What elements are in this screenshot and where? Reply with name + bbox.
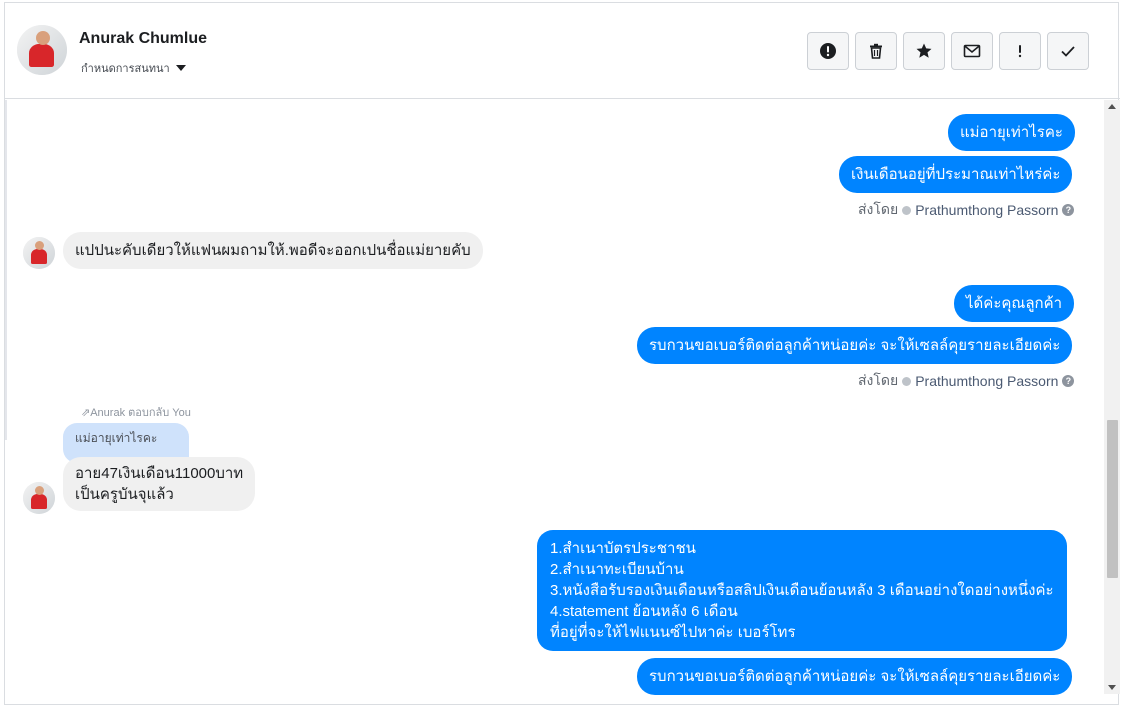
- outgoing-message[interactable]: 1.สำเนาบัตรประชาชน 2.สำเนาทะเบียนบ้าน 3.…: [537, 530, 1067, 651]
- reply-arrow-icon: ⇗: [81, 407, 91, 419]
- agent-status-icon: [902, 205, 912, 215]
- sent-by-prefix: ส่งโดย: [858, 372, 899, 388]
- sent-by-label: ส่งโดย Prathumthong Passorn ?: [858, 199, 1075, 221]
- outgoing-message[interactable]: รบกวนขอเบอร์ติดต่อลูกค้าหน่อยค่ะ จะให้เซ…: [637, 658, 1073, 695]
- contact-avatar-small[interactable]: [23, 237, 55, 269]
- conversation-settings-label: กำหนดการสนทนา: [81, 63, 170, 75]
- done-button[interactable]: [1047, 32, 1089, 70]
- conversation-settings-dropdown[interactable]: กำหนดการสนทนา: [81, 59, 186, 77]
- envelope-icon: [963, 44, 981, 58]
- spam-button[interactable]: [807, 32, 849, 70]
- thread-scrollbar[interactable]: [1104, 100, 1120, 694]
- contact-name[interactable]: Anurak Chumlue: [79, 30, 207, 48]
- message-thread[interactable]: แม่อายุเท่าไรคะ เงินเดือนอยู่ที่ประมาณเท…: [5, 100, 1103, 705]
- message-line: 4.statement ย้อนหลัง 6 เดือน: [550, 603, 738, 620]
- agent-name[interactable]: Prathumthong Passorn: [915, 202, 1058, 218]
- star-button[interactable]: [903, 32, 945, 70]
- conversation-panel: Anurak Chumlue กำหนดการสนทนา แม่อายุเท่า…: [4, 2, 1120, 705]
- alert-icon: [820, 43, 836, 59]
- outgoing-message[interactable]: รบกวนขอเบอร์ติดต่อลูกค้าหน่อยค่ะ จะให้เซ…: [637, 327, 1073, 364]
- sent-by-prefix: ส่งโดย: [858, 201, 899, 217]
- contact-avatar-small[interactable]: [23, 482, 55, 514]
- trash-icon: [870, 43, 882, 59]
- mark-unread-button[interactable]: [951, 32, 993, 70]
- agent-status-icon: [902, 376, 912, 386]
- incoming-message[interactable]: แปปนะคับเดียวให้แฟนผมถามให้.พอดีจะออกเปน…: [63, 232, 483, 269]
- help-icon[interactable]: ?: [1062, 375, 1075, 387]
- reply-note-text: Anurak ตอบกลับ You: [90, 407, 191, 419]
- check-icon: [1061, 46, 1075, 57]
- message-line: ที่อยู่ที่จะให้ไฟแนนซ์ไปหาค่ะ เบอร์โทร: [550, 624, 796, 641]
- message-line: 1.สำเนาบัตรประชาชน: [550, 540, 696, 557]
- scroll-up-arrow-icon[interactable]: [1108, 104, 1116, 109]
- exclamation-icon: [1018, 45, 1022, 58]
- sent-by-label: ส่งโดย Prathumthong Passorn ?: [858, 370, 1075, 392]
- outgoing-message[interactable]: เงินเดือนอยู่ที่ประมาณเท่าไหร่ค่ะ: [839, 156, 1073, 193]
- action-toolbar: [807, 32, 1089, 70]
- scroll-thumb[interactable]: [1107, 420, 1118, 578]
- message-line: อาย47เงินเดือน11000บาท: [75, 465, 244, 482]
- contact-avatar[interactable]: [17, 25, 67, 75]
- incoming-message[interactable]: อาย47เงินเดือน11000บาท เป็นครูบันจุแล้ว: [63, 457, 256, 511]
- conversation-header: Anurak Chumlue กำหนดการสนทนา: [5, 3, 1120, 99]
- delete-button[interactable]: [855, 32, 897, 70]
- help-icon[interactable]: ?: [1062, 204, 1075, 216]
- message-line: เป็นครูบันจุแล้ว: [75, 486, 174, 503]
- outgoing-message[interactable]: แม่อายุเท่าไรคะ: [948, 114, 1075, 151]
- chevron-down-icon: [175, 65, 186, 71]
- scroll-down-arrow-icon[interactable]: [1108, 685, 1116, 690]
- message-line: 2.สำเนาทะเบียนบ้าน: [550, 561, 684, 578]
- outgoing-message[interactable]: ได้ค่ะคุณลูกค้า: [954, 285, 1075, 322]
- star-icon: [916, 43, 932, 58]
- message-line: 3.หนังสือรับรองเงินเดือนหรือสลิปเงินเดือ…: [550, 582, 1054, 599]
- reply-note: ⇗Anurak ตอบกลับ You: [81, 403, 191, 421]
- follow-up-button[interactable]: [999, 32, 1041, 70]
- agent-name[interactable]: Prathumthong Passorn: [915, 373, 1058, 389]
